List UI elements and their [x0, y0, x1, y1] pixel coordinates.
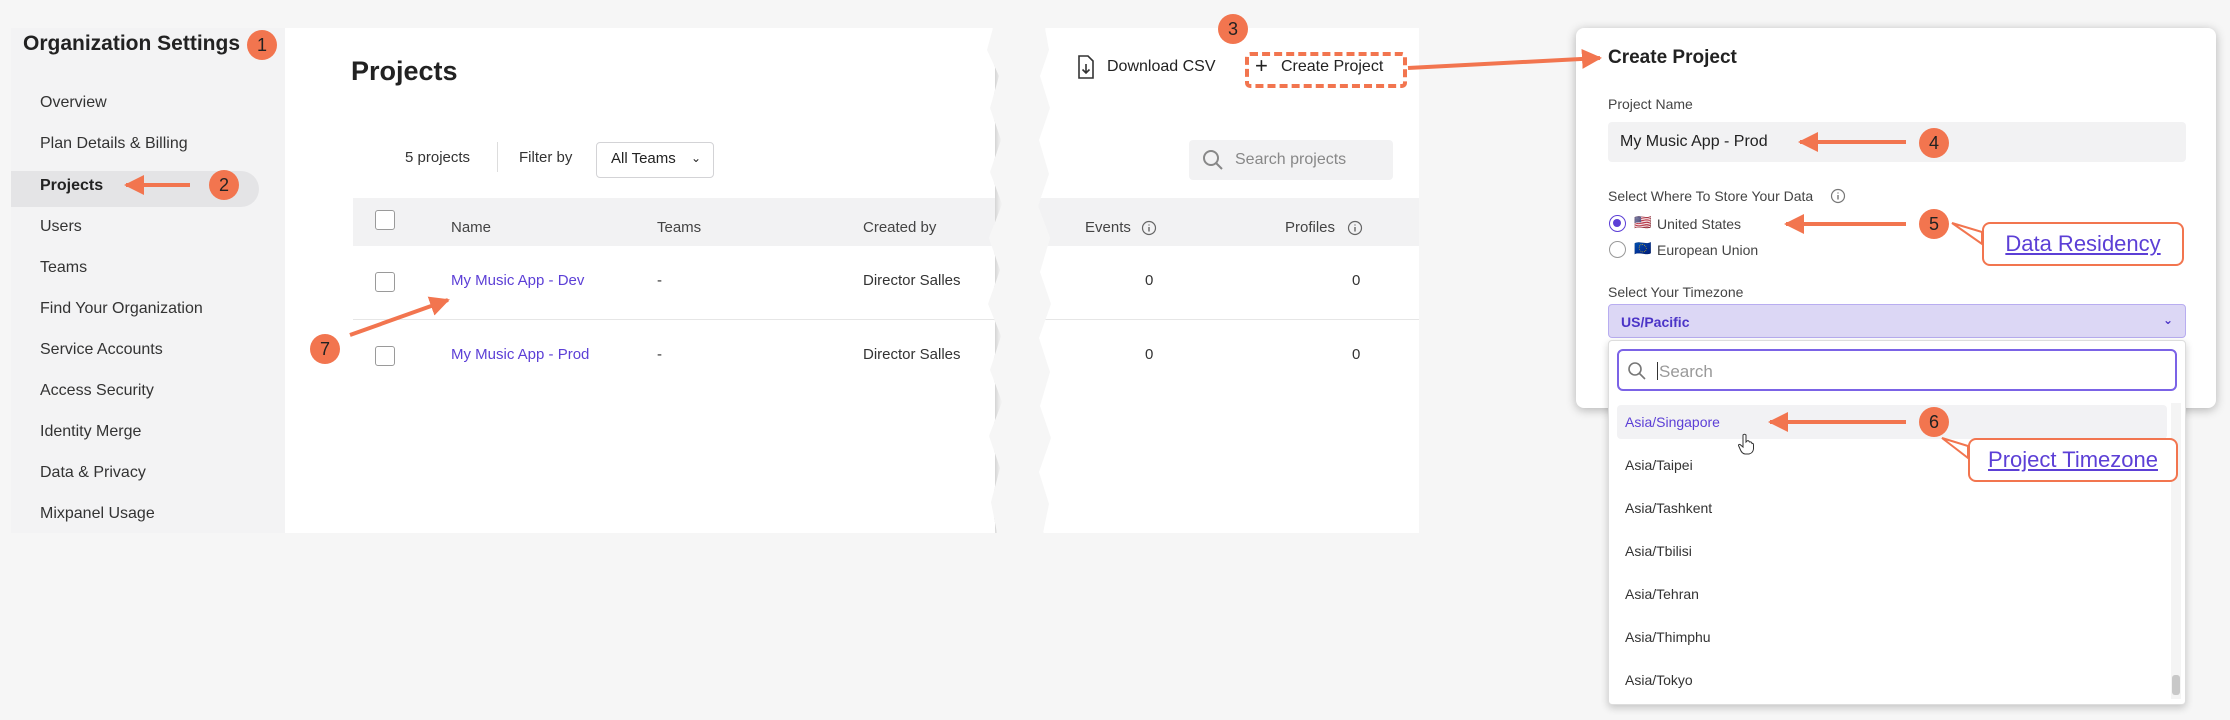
project-created-by: Director Salles [863, 346, 961, 363]
arrow-3 [1407, 48, 1602, 70]
step-badge-4: 4 [1919, 128, 1949, 158]
row-divider [1038, 319, 1419, 320]
divider [497, 142, 498, 172]
step-badge-3: 3 [1218, 14, 1248, 44]
step-badge-5: 5 [1919, 209, 1949, 239]
teams-filter-value: All Teams [611, 150, 676, 167]
filter-label: Filter by [519, 149, 573, 166]
region-label-us: United States [1657, 216, 1742, 232]
column-header-events[interactable]: Events [1085, 219, 1131, 236]
step-badge-2: 2 [209, 170, 239, 200]
timezone-value: US/Pacific [1621, 314, 1690, 330]
sidebar-item-mixpanel-usage[interactable]: Mixpanel Usage [40, 505, 155, 523]
project-link-prod[interactable]: My Music App - Prod [451, 346, 589, 363]
column-header-name[interactable]: Name [451, 219, 491, 236]
sidebar-item-service-accounts[interactable]: Service Accounts [40, 341, 163, 359]
project-events: 0 [1145, 346, 1154, 363]
timezone-option[interactable]: Asia/Tehran [1625, 586, 1699, 602]
project-profiles: 0 [1352, 346, 1361, 363]
region-radio-eu[interactable] [1609, 241, 1626, 258]
sidebar-item-projects[interactable]: Projects [40, 177, 103, 195]
teams-filter-select[interactable]: All Teams ⌄ [596, 142, 714, 178]
project-count: 5 projects [405, 149, 471, 166]
projects-toolbar-panel: Download CSV + Create Project Search pro… [1038, 28, 1419, 533]
text-caret [1657, 362, 1658, 380]
page-title: Projects [351, 56, 458, 86]
column-header-created-by[interactable]: Created by [863, 219, 936, 236]
download-icon [1078, 55, 1094, 79]
info-icon[interactable] [1141, 220, 1157, 236]
sidebar-item-access-security[interactable]: Access Security [40, 382, 154, 400]
data-residency-callout[interactable]: Data Residency [1982, 222, 2184, 266]
project-teams: - [657, 272, 662, 289]
project-link-dev[interactable]: My Music App - Dev [451, 272, 584, 289]
project-teams: - [657, 346, 662, 363]
timezone-option[interactable]: Asia/Tashkent [1625, 500, 1712, 516]
timezone-label: Select Your Timezone [1608, 284, 1744, 300]
step-badge-6: 6 [1919, 407, 1949, 437]
project-events: 0 [1145, 272, 1154, 289]
region-radio-us[interactable] [1609, 215, 1626, 232]
project-profiles: 0 [1352, 272, 1361, 289]
chevron-down-icon: ⌄ [690, 151, 701, 165]
timezone-option[interactable]: Asia/Tokyo [1625, 672, 1693, 688]
search-icon [1628, 362, 1646, 380]
search-icon [1203, 150, 1223, 170]
column-header-teams[interactable]: Teams [657, 219, 701, 236]
modal-title: Create Project [1608, 47, 1737, 68]
row-checkbox[interactable] [375, 272, 395, 292]
sidebar-item-overview[interactable]: Overview [40, 94, 107, 112]
project-name-input[interactable]: My Music App - Prod [1608, 122, 2186, 162]
sidebar-title: Organization Settings [23, 32, 241, 55]
info-icon[interactable] [1347, 220, 1363, 236]
flag-eu-icon: 🇪🇺 [1634, 240, 1652, 256]
chevron-down-icon: ⌄ [2162, 313, 2173, 327]
timezone-option[interactable]: Asia/Thimphu [1625, 629, 1711, 645]
scrollbar-thumb[interactable] [2172, 675, 2180, 695]
download-csv-button[interactable]: Download CSV [1107, 58, 1216, 76]
project-name-label: Project Name [1608, 96, 1693, 112]
sidebar-item-data-privacy[interactable]: Data & Privacy [40, 464, 146, 482]
settings-sidebar: Organization Settings Overview Plan Deta… [11, 28, 285, 533]
step-badge-7: 7 [310, 334, 340, 364]
timezone-dropdown: Search Asia/Singapore Asia/Taipei Asia/T… [1608, 340, 2186, 705]
hand-cursor-icon [1737, 433, 1754, 455]
info-icon[interactable] [1830, 188, 1846, 204]
sidebar-item-find-organization[interactable]: Find Your Organization [40, 300, 203, 318]
project-created-by: Director Salles [863, 272, 961, 289]
sidebar-item-identity-merge[interactable]: Identity Merge [40, 423, 141, 441]
highlight-box [1245, 52, 1407, 88]
sidebar-item-teams[interactable]: Teams [40, 259, 87, 277]
step-badge-1: 1 [247, 30, 277, 60]
timezone-select[interactable]: US/Pacific ⌄ [1608, 304, 2186, 338]
projects-settings-panel: Organization Settings Overview Plan Deta… [11, 28, 995, 533]
column-header-profiles[interactable]: Profiles [1285, 219, 1335, 236]
sidebar-item-users[interactable]: Users [40, 218, 82, 236]
sidebar-item-plan-billing[interactable]: Plan Details & Billing [40, 135, 188, 153]
flag-us-icon: 🇺🇸 [1634, 214, 1652, 230]
timezone-option[interactable]: Asia/Taipei [1625, 457, 1693, 473]
project-timezone-callout[interactable]: Project Timezone [1968, 438, 2178, 482]
select-all-checkbox[interactable] [375, 210, 395, 230]
timezone-option-singapore[interactable]: Asia/Singapore [1625, 414, 1720, 430]
timezone-search-input[interactable]: Search [1617, 349, 2177, 391]
timezone-option[interactable]: Asia/Tbilisi [1625, 543, 1692, 559]
store-data-label: Select Where To Store Your Data [1608, 188, 1814, 204]
region-label-eu: European Union [1657, 242, 1759, 258]
row-checkbox[interactable] [375, 346, 395, 366]
row-divider [353, 319, 995, 320]
